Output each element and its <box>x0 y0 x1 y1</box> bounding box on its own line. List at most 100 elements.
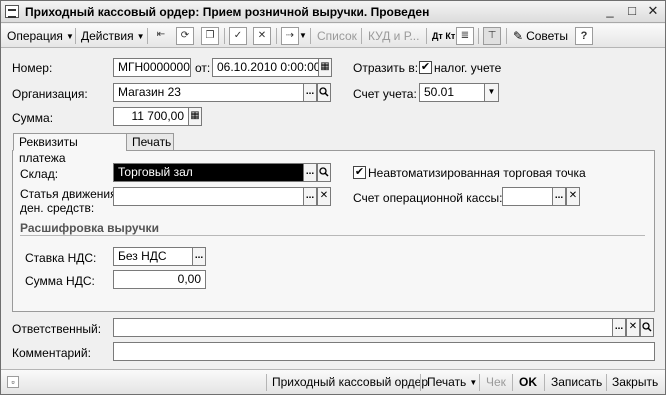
select-dots-icon[interactable]: ... <box>192 247 206 266</box>
tab-payment-details[interactable]: Реквизиты платежа <box>13 133 127 165</box>
ok-button[interactable]: OK <box>519 375 537 389</box>
tips-label: Советы <box>526 29 569 43</box>
clear-icon[interactable]: ✕ <box>626 318 640 337</box>
toolbar-separator <box>506 28 507 44</box>
tab-print[interactable]: Печать <box>126 133 174 151</box>
window-title: Приходный кассовый ордер: Прием рознично… <box>25 5 430 19</box>
date-field[interactable]: 06.10.2010 0:00:00 <box>212 58 319 77</box>
chevron-down-icon[interactable]: ▼ <box>484 83 499 102</box>
operation-menu-label: Операция <box>7 29 63 43</box>
vat-sum-field[interactable]: 0,00 <box>113 270 206 289</box>
toolbar-separator <box>224 28 225 44</box>
nonautomated-label: Неавтоматизированная торговая точка <box>368 166 586 180</box>
responsible-field[interactable] <box>113 318 613 337</box>
calendar-icon[interactable]: ▦ <box>318 58 332 77</box>
nonautomated-checkbox[interactable]: ✔ <box>353 166 366 179</box>
maximize-button[interactable]: □ <box>624 4 640 19</box>
cashflow-field[interactable] <box>113 187 304 206</box>
clear-icon[interactable]: ✕ <box>317 187 331 206</box>
toolbar-separator <box>606 374 607 391</box>
document-window: Приходный кассовый ордер: Прием рознично… <box>0 0 666 395</box>
responsible-label: Ответственный: <box>12 322 102 336</box>
toolbar-separator <box>147 28 148 44</box>
tips-button[interactable]: ✎ Советы <box>513 28 568 44</box>
tax-accounting-label: налог. учете <box>434 61 502 75</box>
kud-button[interactable]: КУД и Р... <box>368 28 419 44</box>
bottom-action-bar: ▫ Приходный кассовый ордер Печать ▼ Чек O… <box>1 369 665 394</box>
toolbar: Операция ▼ Действия ▼ ⇤ ⟳ ❐ ✓ ✕ ⇢ ▼ Список… <box>1 24 665 48</box>
refresh-icon[interactable]: ⟳ <box>176 27 194 45</box>
based-on-icon[interactable]: ⇢ <box>281 27 299 45</box>
comment-field[interactable] <box>113 342 655 361</box>
copy-doc-icon[interactable]: ❐ <box>201 27 219 45</box>
vat-rate-field[interactable]: Без НДС <box>113 247 193 266</box>
chevron-down-icon[interactable]: ▼ <box>299 28 307 44</box>
toolbar-separator <box>361 28 362 44</box>
warehouse-label: Склад: <box>20 167 59 181</box>
toolbar-separator <box>266 374 267 391</box>
chevron-down-icon: ▼ <box>469 378 478 387</box>
toolbar-separator <box>276 28 277 44</box>
close-form-button[interactable]: Закрыть <box>612 375 658 389</box>
toolbar-separator <box>478 28 479 44</box>
number-field[interactable]: МГН00000002 <box>113 58 191 77</box>
vat-rate-label: Ставка НДС: <box>25 251 97 265</box>
sum-label: Сумма: <box>12 111 54 125</box>
toolbar-separator <box>420 374 421 391</box>
minimize-button[interactable]: _ <box>602 4 618 19</box>
calculator-icon[interactable]: ▦ <box>188 107 202 126</box>
warehouse-field[interactable]: Торговый зал <box>113 163 304 182</box>
title-bar: Приходный кассовый ордер: Прием рознично… <box>1 1 665 23</box>
report-icon[interactable]: ≣ <box>456 27 474 45</box>
print-order-button[interactable]: Приходный кассовый ордер <box>272 375 428 389</box>
comment-label: Комментарий: <box>12 346 91 360</box>
toolbar-separator <box>310 28 311 44</box>
save-button[interactable]: Записать <box>551 375 602 389</box>
select-dots-icon[interactable]: ... <box>552 187 566 206</box>
post-doc-icon[interactable]: ✓ <box>229 27 247 45</box>
toolbar-separator <box>479 374 480 391</box>
sum-field[interactable]: 11 700,00 <box>113 107 189 126</box>
help-button[interactable]: ? <box>575 27 593 45</box>
dt-kt-icon[interactable]: Дт Кт <box>432 28 455 44</box>
list-button[interactable]: Список <box>317 28 357 44</box>
check-button[interactable]: Чек <box>486 375 506 389</box>
select-dots-icon[interactable]: ... <box>303 187 317 206</box>
print-menu-button[interactable]: Печать ▼ <box>427 375 477 390</box>
actions-menu[interactable]: Действия ▼ <box>81 28 145 44</box>
wrench-icon: ✎ <box>513 29 524 43</box>
print-menu-label: Печать <box>427 375 467 389</box>
back-arrow-icon[interactable]: ⇤ <box>152 27 170 45</box>
revenue-breakdown-title: Расшифровка выручки <box>20 221 159 235</box>
select-dots-icon[interactable]: ... <box>303 83 317 102</box>
select-dots-icon[interactable]: ... <box>612 318 626 337</box>
date-label: от: <box>195 61 211 75</box>
search-icon[interactable] <box>317 163 331 182</box>
search-icon[interactable] <box>640 318 654 337</box>
window-grip-icon[interactable]: ▫ <box>7 376 19 388</box>
select-dots-icon[interactable]: ... <box>303 163 317 182</box>
number-label: Номер: <box>12 61 53 75</box>
clear-icon[interactable]: ✕ <box>566 187 580 206</box>
chevron-down-icon: ▼ <box>65 32 74 41</box>
unpost-doc-icon[interactable]: ✕ <box>253 27 271 45</box>
vat-sum-label: Сумма НДС: <box>25 274 95 288</box>
toolbar-separator <box>544 374 545 391</box>
toolbar-separator <box>512 374 513 391</box>
toolbar-separator <box>426 28 427 44</box>
tax-accounting-checkbox[interactable]: ✔ <box>419 61 432 74</box>
search-icon[interactable] <box>317 83 331 102</box>
account-field[interactable]: 50.01 <box>419 83 485 102</box>
cashflow-label-2: ден. средств: <box>20 201 95 215</box>
operational-cash-field[interactable] <box>502 187 553 206</box>
structure-icon[interactable]: ⊤ <box>483 27 501 45</box>
organization-label: Организация: <box>12 87 88 101</box>
toolbar-separator <box>75 28 76 44</box>
operational-cash-label: Счет операционной кассы: <box>353 191 503 205</box>
account-label: Счет учета: <box>353 87 417 101</box>
section-divider <box>20 235 645 236</box>
operation-menu[interactable]: Операция ▼ <box>7 28 74 44</box>
document-icon <box>5 5 19 18</box>
close-button[interactable]: ✕ <box>645 4 661 19</box>
organization-field[interactable]: Магазин 23 <box>113 83 304 102</box>
